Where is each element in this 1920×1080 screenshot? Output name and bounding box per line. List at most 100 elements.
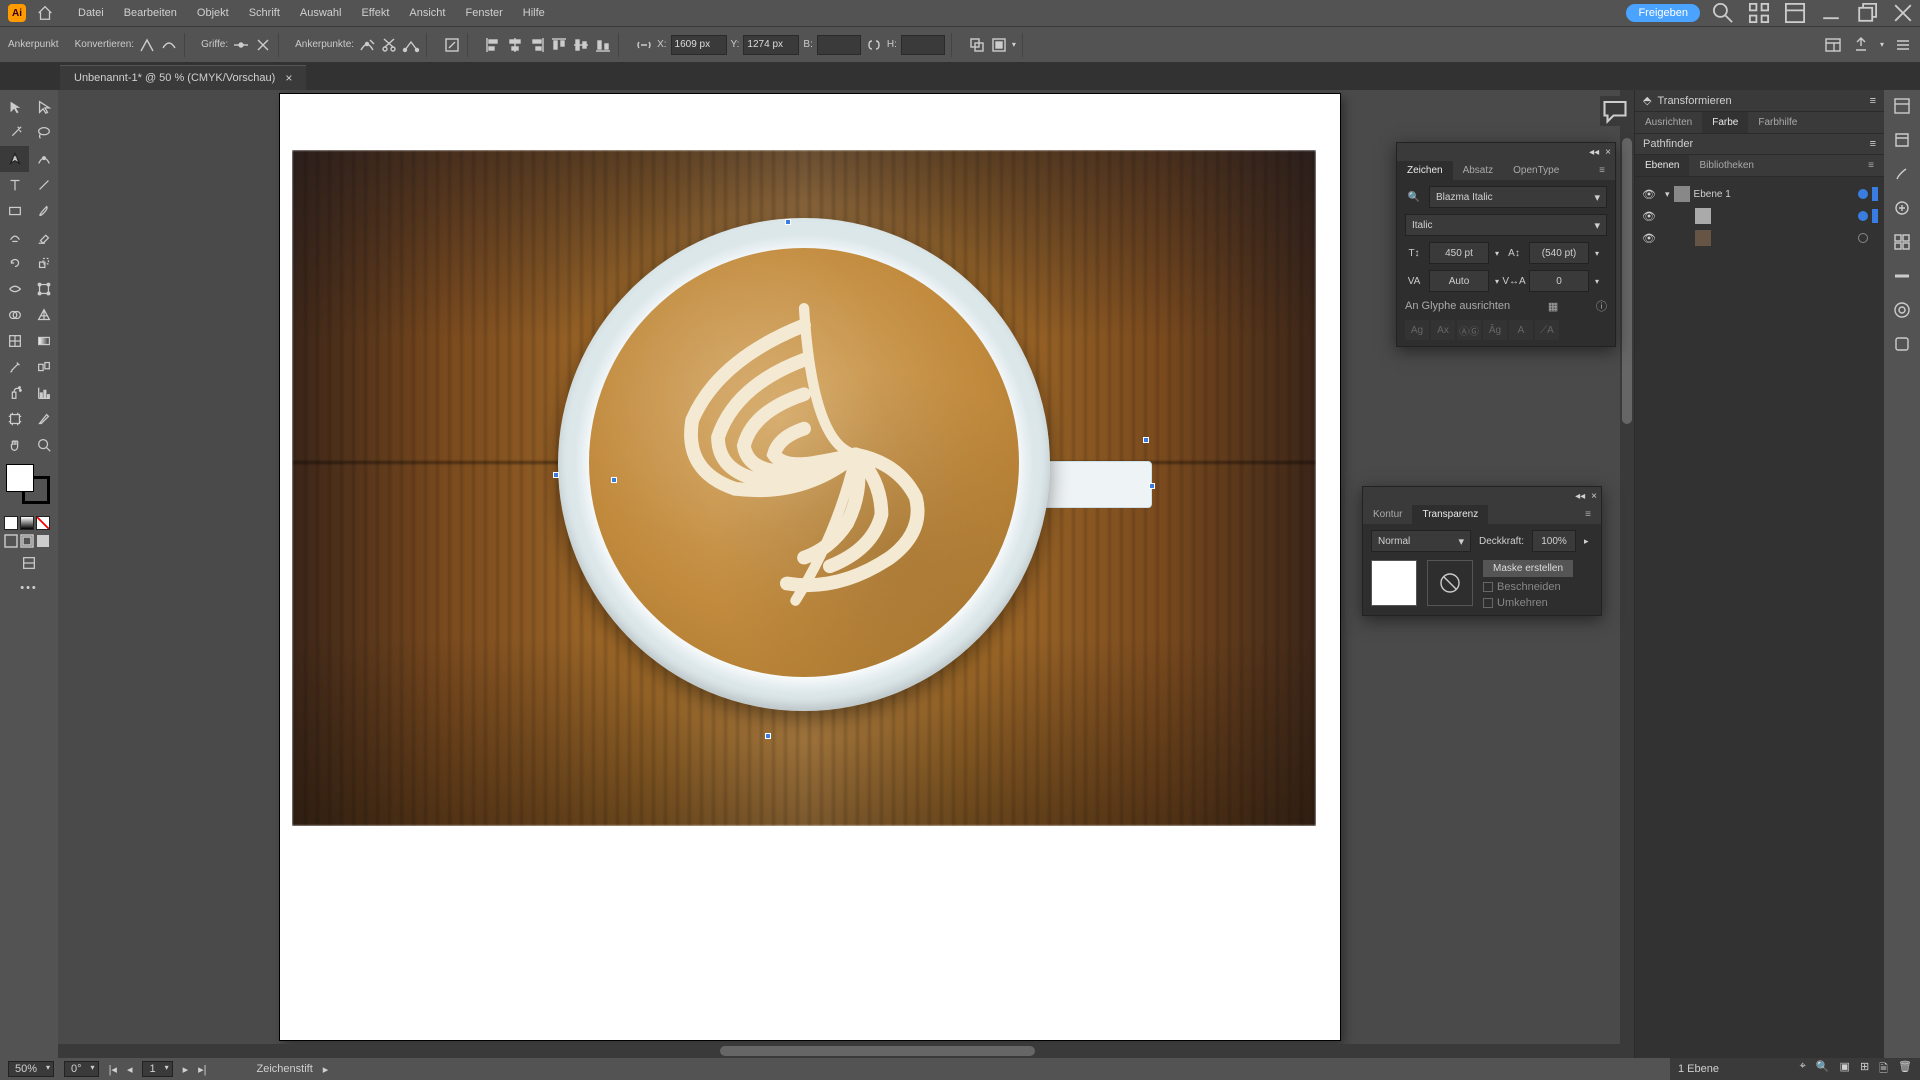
- align-right-icon[interactable]: [528, 36, 546, 54]
- shaper-tool[interactable]: [0, 224, 29, 250]
- invert-checkbox[interactable]: [1483, 598, 1493, 608]
- width-tool[interactable]: [0, 276, 29, 302]
- perspective-tool[interactable]: [29, 302, 58, 328]
- zoom-tool[interactable]: [29, 432, 58, 458]
- constrain-icon[interactable]: [865, 36, 883, 54]
- artboard-last-icon[interactable]: ▸|: [198, 1063, 206, 1076]
- anchor-point[interactable]: [553, 472, 559, 478]
- magic-wand-tool[interactable]: [0, 120, 29, 146]
- glyph-grid-icon[interactable]: ▦: [1548, 300, 1558, 313]
- graph-tool[interactable]: [29, 380, 58, 406]
- menu-datei[interactable]: Datei: [68, 0, 114, 26]
- tab-libraries[interactable]: Bibliotheken: [1689, 155, 1763, 176]
- tab-transparency[interactable]: Transparenz: [1412, 505, 1488, 524]
- brushes-icon[interactable]: [1892, 164, 1912, 184]
- fill-stroke-swatch[interactable]: [4, 464, 54, 508]
- lasso-tool[interactable]: [29, 120, 58, 146]
- swatches-icon[interactable]: [1892, 232, 1912, 252]
- edit-toolbar-icon[interactable]: [0, 550, 58, 576]
- artboard-next-icon[interactable]: ▸: [183, 1063, 189, 1076]
- layer-row[interactable]: 👁: [1641, 227, 1878, 249]
- rotate-tool[interactable]: [0, 250, 29, 276]
- more-tools-icon[interactable]: •••: [0, 576, 58, 600]
- tab-layers[interactable]: Ebenen: [1635, 155, 1689, 176]
- search-icon[interactable]: 🔍: [1405, 188, 1423, 206]
- w-input[interactable]: [817, 35, 861, 55]
- collapse-icon[interactable]: ◂◂: [1589, 147, 1599, 158]
- normal-screen-icon[interactable]: [4, 534, 18, 548]
- hand-tool[interactable]: [0, 432, 29, 458]
- glyph-baseline[interactable]: Ag: [1405, 320, 1429, 340]
- mesh-tool[interactable]: [0, 328, 29, 354]
- menu-schrift[interactable]: Schrift: [239, 0, 290, 26]
- artboard-number-combo[interactable]: 1: [142, 1061, 172, 1077]
- line-tool[interactable]: [29, 172, 58, 198]
- panel-menu-icon[interactable]: ≡: [1575, 505, 1601, 524]
- expand-icon[interactable]: ▾: [1665, 189, 1670, 200]
- leading-field[interactable]: (540 pt): [1529, 242, 1589, 264]
- glyph-em[interactable]: A: [1509, 320, 1533, 340]
- panel-menu-icon[interactable]: ≡: [1858, 155, 1884, 176]
- show-handles-icon[interactable]: [232, 36, 250, 54]
- glyph-ascent[interactable]: Âg: [1483, 320, 1507, 340]
- fill-swatch[interactable]: [6, 464, 34, 492]
- close-tab-icon[interactable]: ×: [285, 71, 292, 85]
- tab-align[interactable]: Ausrichten: [1635, 112, 1702, 133]
- free-transform-tool[interactable]: [29, 276, 58, 302]
- info-icon[interactable]: ⓘ: [1596, 298, 1607, 314]
- menu-bearbeiten[interactable]: Bearbeiten: [114, 0, 187, 26]
- artboard-tool[interactable]: [0, 406, 29, 432]
- tab-paragraph[interactable]: Absatz: [1453, 161, 1504, 180]
- type-tool[interactable]: [0, 172, 29, 198]
- search-layer-icon[interactable]: 🔍: [1816, 1060, 1830, 1079]
- opacity-popup-icon[interactable]: ▸: [1584, 536, 1589, 547]
- menu-fenster[interactable]: Fenster: [455, 0, 512, 26]
- appearance-icon[interactable]: [1892, 300, 1912, 320]
- tracking-field[interactable]: 0: [1529, 270, 1589, 292]
- pin-panel-icon[interactable]: [1852, 36, 1870, 54]
- graphic-styles-icon[interactable]: [1892, 334, 1912, 354]
- connect-anchor-icon[interactable]: [402, 36, 420, 54]
- blend-mode-combo[interactable]: Normal▾: [1371, 530, 1471, 552]
- hide-handles-icon[interactable]: [254, 36, 272, 54]
- home-icon[interactable]: [36, 4, 54, 22]
- panel-menu-icon[interactable]: ≡: [1589, 161, 1615, 180]
- tab-opentype[interactable]: OpenType: [1503, 161, 1569, 180]
- panel-menu-icon[interactable]: [1894, 36, 1912, 54]
- tab-character[interactable]: Zeichen: [1397, 161, 1453, 180]
- anchor-point[interactable]: [785, 219, 791, 225]
- color-gradient[interactable]: [20, 516, 34, 530]
- glyph-xheight[interactable]: Ax: [1431, 320, 1455, 340]
- make-mask-button[interactable]: Maske erstellen: [1483, 560, 1573, 577]
- clip-checkbox[interactable]: [1483, 582, 1493, 592]
- presentation-icon[interactable]: [36, 534, 50, 548]
- glyph-angular[interactable]: ⟋A: [1535, 320, 1559, 340]
- search-icon[interactable]: [1710, 4, 1736, 22]
- scale-tool[interactable]: [29, 250, 58, 276]
- menu-objekt[interactable]: Objekt: [187, 0, 239, 26]
- tab-colorguide[interactable]: Farbhilfe: [1748, 112, 1807, 133]
- font-size-field[interactable]: 450 pt: [1429, 242, 1489, 264]
- anchor-point[interactable]: [611, 477, 617, 483]
- mask-thumbnail[interactable]: [1427, 560, 1473, 606]
- isolate-icon[interactable]: [443, 36, 461, 54]
- menu-hilfe[interactable]: Hilfe: [513, 0, 555, 26]
- target-icon[interactable]: [1858, 211, 1868, 221]
- pathfinder-panel-header[interactable]: Pathfinder ≡: [1635, 134, 1884, 155]
- rotate-combo[interactable]: 0°: [64, 1061, 99, 1077]
- y-input[interactable]: [743, 35, 799, 55]
- stroke-icon[interactable]: [1892, 266, 1912, 286]
- anchor-point[interactable]: [765, 733, 771, 739]
- layer-row[interactable]: 👁: [1641, 205, 1878, 227]
- shape-mode-icon[interactable]: [968, 36, 986, 54]
- h-input[interactable]: [901, 35, 945, 55]
- x-input[interactable]: [671, 35, 727, 55]
- font-family-combo[interactable]: Blazma Italic▾: [1429, 186, 1607, 208]
- zoom-combo[interactable]: 50%: [8, 1061, 54, 1077]
- align-vcenter-icon[interactable]: [572, 36, 590, 54]
- rectangle-tool[interactable]: [0, 198, 29, 224]
- eyedropper-tool[interactable]: [0, 354, 29, 380]
- artboard-first-icon[interactable]: |◂: [109, 1063, 117, 1076]
- collapse-icon[interactable]: ◂◂: [1575, 491, 1585, 502]
- align-hcenter-icon[interactable]: [506, 36, 524, 54]
